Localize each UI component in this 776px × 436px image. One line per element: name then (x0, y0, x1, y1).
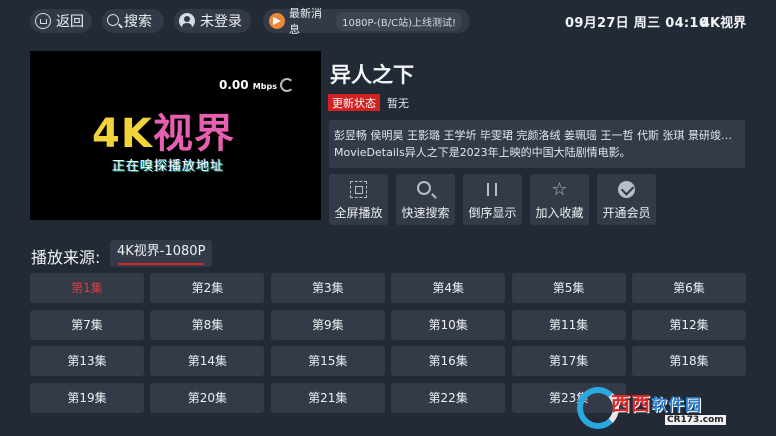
reverse-order-button[interactable]: 倒序显示 (463, 174, 522, 225)
watermark-url: CR173.com (665, 415, 726, 425)
quick-search-button[interactable]: 快速搜索 (396, 174, 455, 225)
episode-button[interactable]: 第7集 (30, 309, 144, 340)
episode-button[interactable]: 第3集 (270, 273, 385, 303)
fullscreen-icon (350, 181, 367, 198)
status-value: 暂无 (387, 97, 409, 110)
description-box: 彭昱畅 侯明昊 王影璐 王学圻 毕雯珺 完颜洛绒 姜珮瑶 王一哲 代斯 张琪 景… (329, 120, 745, 168)
star-icon: ☆ (551, 179, 568, 200)
watermark-brand: 西西软件园 (611, 389, 702, 416)
speed-unit: Mbps (252, 82, 277, 91)
clock: 09月27日 周三 04:16 (565, 16, 709, 31)
app-brand: 4K视界 (701, 16, 747, 31)
episode-button[interactable]: 第21集 (270, 382, 385, 413)
episode-button[interactable]: 第18集 (632, 346, 746, 376)
vip-button[interactable]: 开通会员 (597, 174, 656, 225)
speed-value: 0.00 (219, 78, 249, 92)
status-badge: 更新状态 (328, 94, 380, 111)
login-label: 未登录 (200, 14, 242, 30)
action-label: 倒序显示 (468, 206, 517, 220)
episode-button[interactable]: 第5集 (511, 273, 626, 303)
fullscreen-button[interactable]: 全屏播放 (329, 174, 388, 225)
episode-button[interactable]: 第19集 (30, 382, 144, 413)
episode-button[interactable]: 第2集 (150, 273, 265, 303)
search-label: 搜索 (124, 14, 152, 30)
logo-part-2: 视界 (152, 111, 235, 157)
episode-button[interactable]: 第16集 (391, 346, 506, 376)
synopsis-line: MovieDetails异人之下是2023年上映的中国大陆剧情电影。 (334, 146, 631, 159)
video-player[interactable]: 0.00 Mbps 4K视界 正在嗅探播放地址 (30, 51, 321, 220)
sort-icon (484, 181, 501, 198)
player-logo: 4K视界 (92, 101, 235, 159)
news-ticker[interactable]: 最新消息 1080P-(B/C站)上线测试! (263, 7, 470, 36)
loading-spinner-icon (280, 78, 294, 92)
source-selector[interactable]: 4K视界-1080P (110, 240, 213, 267)
back-button[interactable]: 返回 (30, 9, 92, 33)
user-icon (179, 13, 195, 29)
episode-button[interactable]: 第20集 (150, 382, 265, 413)
episode-button[interactable]: 第9集 (270, 309, 385, 340)
source-underline (118, 263, 205, 265)
episode-button[interactable]: 第17集 (511, 346, 626, 376)
episode-button[interactable]: 第22集 (391, 382, 506, 413)
network-speed: 0.00 Mbps (219, 78, 277, 92)
watermark-logo: 西西软件园 CR173.com (577, 385, 757, 430)
speaker-icon (269, 13, 285, 29)
vip-icon (618, 181, 635, 198)
episode-button[interactable]: 第8集 (150, 309, 265, 340)
login-button[interactable]: 未登录 (174, 9, 251, 33)
episode-button[interactable]: 第14集 (150, 346, 265, 376)
loading-text: 正在嗅探播放地址 (112, 159, 225, 174)
action-label: 开通会员 (602, 206, 651, 220)
episode-button[interactable]: 第13集 (30, 346, 144, 376)
episode-button[interactable]: 第12集 (632, 309, 746, 340)
episode-button[interactable]: 第11集 (511, 309, 626, 340)
episode-button[interactable]: 第15集 (270, 346, 385, 376)
add-favorite-button[interactable]: ☆ 加入收藏 (530, 174, 589, 225)
episode-button[interactable]: 第4集 (391, 273, 506, 303)
video-title: 异人之下 (330, 63, 414, 87)
episode-button[interactable]: 第6集 (632, 273, 746, 303)
search-icon (417, 181, 431, 195)
back-label: 返回 (56, 14, 84, 30)
news-label: 最新消息 (289, 7, 322, 36)
action-label: 快速搜索 (401, 206, 450, 220)
top-bar: 返回 搜索 未登录 最新消息 1080P-(B/C站)上线测试! 09月27日 … (0, 0, 776, 42)
action-label: 加入收藏 (535, 206, 584, 220)
source-label: 播放来源: (31, 248, 101, 267)
watermark-brand-1: 西西 (611, 393, 652, 415)
search-icon (107, 14, 119, 26)
news-text: 1080P-(B/C站)上线测试! (336, 11, 462, 31)
home-icon (35, 13, 51, 29)
logo-part-1: 4K (92, 111, 153, 157)
episode-button[interactable]: 第1集 (30, 273, 144, 303)
search-button[interactable]: 搜索 (102, 9, 164, 33)
episode-button[interactable]: 第10集 (391, 309, 506, 340)
action-label: 全屏播放 (334, 206, 383, 220)
cast-line: 彭昱畅 侯明昊 王影璐 王学圻 毕雯珺 完颜洛绒 姜珮瑶 王一哲 代斯 张琪 景… (334, 129, 732, 142)
watermark-brand-2: 软件园 (651, 395, 703, 414)
source-selected: 4K视界-1080P (117, 244, 206, 259)
